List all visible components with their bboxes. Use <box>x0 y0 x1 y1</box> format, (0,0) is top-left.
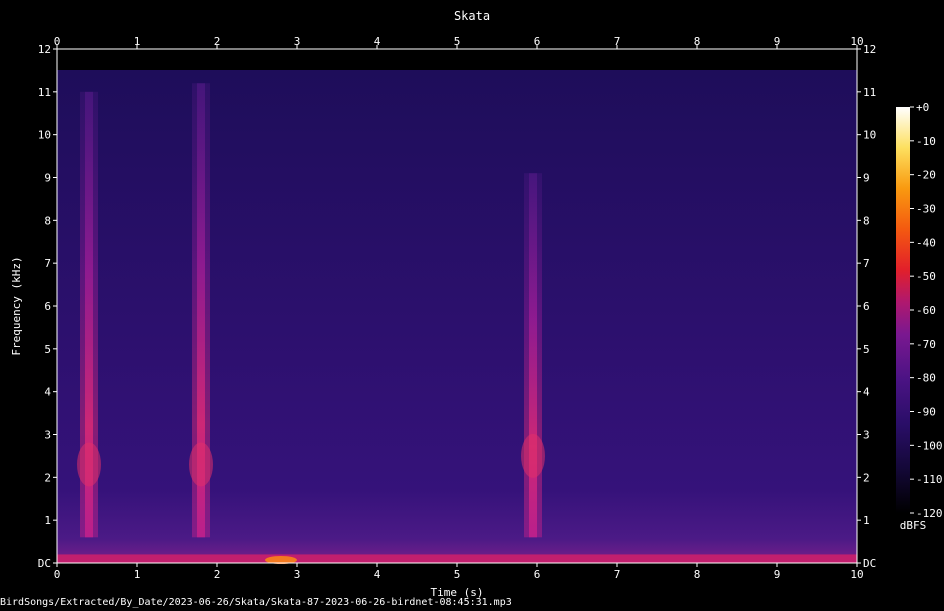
call-peak <box>521 433 545 478</box>
y-tick-label-right: 1 <box>863 514 870 527</box>
y-tick-label-left: 5 <box>44 343 51 356</box>
x-tick-label-bottom: 3 <box>294 568 301 581</box>
x-tick-label-top: 8 <box>694 35 701 48</box>
colorbar <box>896 107 910 513</box>
y-tick-label-left: 10 <box>38 129 51 142</box>
colorbar-tick-label: -20 <box>916 169 936 182</box>
y-tick-label-left: 12 <box>38 43 51 56</box>
colorbar-tick-label: -100 <box>916 439 943 452</box>
chart-title: Skata <box>454 9 490 23</box>
y-tick-label-right: DC <box>863 557 876 570</box>
x-tick-label-top: 7 <box>614 35 621 48</box>
colorbar-tick-label: -70 <box>916 338 936 351</box>
colorbar-tick-label: -10 <box>916 135 936 148</box>
x-tick-label-bottom: 4 <box>374 568 381 581</box>
y-tick-label-right: 7 <box>863 257 870 270</box>
y-tick-label-left: 2 <box>44 471 51 484</box>
y-tick-label-right: 12 <box>863 43 876 56</box>
spectrogram-figure: 001122334455667788991010 DC DC1 12 23 34 45 56… <box>10 9 943 599</box>
y-tick-label-right: 10 <box>863 129 876 142</box>
y-tick-label-left: 4 <box>44 386 51 399</box>
y-tick-label-right: 2 <box>863 471 870 484</box>
x-tick-label-top: 6 <box>534 35 541 48</box>
x-tick-label-bottom: 5 <box>454 568 461 581</box>
y-tick-label-right: 5 <box>863 343 870 356</box>
y-axis-label: Frequency (kHz) <box>10 256 23 355</box>
x-tick-label-bottom: 9 <box>774 568 781 581</box>
colorbar-tick-label: -50 <box>916 270 936 283</box>
y-tick-label-right: 11 <box>863 86 876 99</box>
x-tick-label-bottom: 1 <box>134 568 141 581</box>
x-tick-label-top: 1 <box>134 35 141 48</box>
call-peak <box>77 442 101 487</box>
y-tick-label-left: 8 <box>44 214 51 227</box>
y-tick-label-right: 9 <box>863 172 870 185</box>
y-tick-label-right: 4 <box>863 386 870 399</box>
x-tick-label-top: 2 <box>214 35 221 48</box>
y-tick-label-right: 8 <box>863 214 870 227</box>
plot-energy-field <box>57 70 857 563</box>
x-tick-label-top: 5 <box>454 35 461 48</box>
x-tick-label-bottom: 2 <box>214 568 221 581</box>
low-band-strip <box>57 554 857 563</box>
y-tick-label-left: 9 <box>44 172 51 185</box>
y-tick-label-left: 11 <box>38 86 51 99</box>
y-tick-label-left: DC <box>38 557 51 570</box>
y-tick-label-left: 7 <box>44 257 51 270</box>
y-tick-label-left: 3 <box>44 429 51 442</box>
x-tick-label-top: 10 <box>850 35 863 48</box>
colorbar-tick-label: -80 <box>916 372 936 385</box>
file-path-caption: BirdSongs/Extracted/By_Date/2023-06-26/S… <box>0 597 512 608</box>
x-tick-label-bottom: 8 <box>694 568 701 581</box>
colorbar-tick-label: -90 <box>916 406 936 419</box>
x-tick-label-bottom: 7 <box>614 568 621 581</box>
y-tick-label-right: 3 <box>863 429 870 442</box>
colorbar-ticks: +0-10-20-30-40-50-60-70-80-90-100-110-12… <box>910 101 943 520</box>
x-tick-label-top: 9 <box>774 35 781 48</box>
colorbar-tick-label: -30 <box>916 203 936 216</box>
y-tick-label-right: 6 <box>863 300 870 313</box>
call-streak <box>529 173 537 538</box>
x-tick-label-top: 0 <box>54 35 61 48</box>
call-peak <box>189 442 213 487</box>
colorbar-tick-label: -40 <box>916 236 936 249</box>
x-tick-label-bottom: 10 <box>850 568 863 581</box>
x-tick-label-bottom: 6 <box>534 568 541 581</box>
colorbar-label: dBFS <box>900 519 927 532</box>
y-tick-label-left: 1 <box>44 514 51 527</box>
y-tick-label-left: 6 <box>44 300 51 313</box>
colorbar-tick-label: -60 <box>916 304 936 317</box>
colorbar-tick-label: -110 <box>916 473 943 486</box>
x-tick-label-bottom: 0 <box>54 568 61 581</box>
x-tick-label-top: 3 <box>294 35 301 48</box>
x-tick-label-top: 4 <box>374 35 381 48</box>
colorbar-tick-label: +0 <box>916 101 929 114</box>
